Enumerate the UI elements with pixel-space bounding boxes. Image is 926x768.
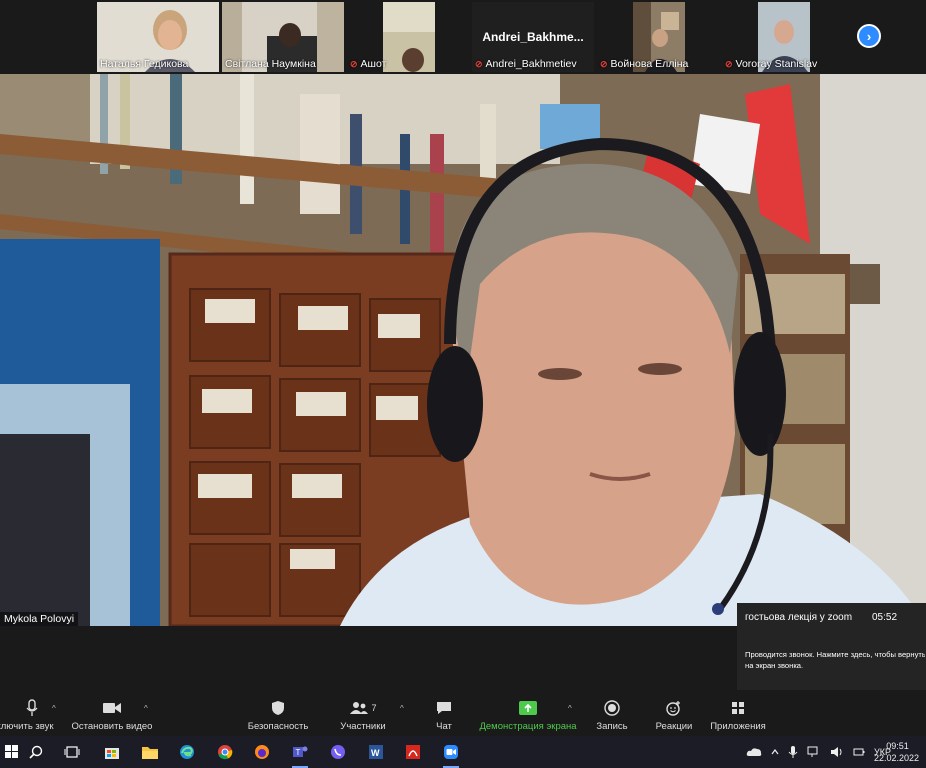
meeting-title: гостьова лекція у zoom	[745, 612, 853, 623]
apps-label: Приложения	[710, 721, 766, 732]
apps-icon	[732, 702, 744, 714]
next-participants-button[interactable]: ›	[857, 24, 881, 48]
participant-name: ⊘ Войнова Елліна	[600, 58, 689, 70]
video-options-caret[interactable]: ^	[144, 704, 148, 713]
taskbar-file-explorer[interactable]	[138, 740, 162, 764]
clock-time: 09:51	[886, 741, 909, 751]
participant-name: ⊘ Andrei_Bakhmetiev	[475, 58, 577, 70]
zoom-icon	[444, 745, 458, 759]
speaker-icon[interactable]	[830, 746, 844, 758]
mic-muted-icon: ⊘	[725, 58, 733, 69]
apps-button[interactable]: Приложения	[710, 698, 766, 732]
search-icon	[29, 745, 43, 759]
share-options-caret[interactable]: ^	[568, 704, 572, 713]
record-icon	[604, 700, 620, 716]
viber-icon	[331, 745, 345, 759]
store-icon	[105, 748, 119, 759]
participants-label: Участники	[340, 721, 386, 732]
taskbar-viber[interactable]	[326, 740, 350, 764]
participants-options-caret[interactable]: ^	[400, 704, 404, 713]
microphone-icon	[26, 699, 38, 716]
task-view-icon	[64, 746, 80, 758]
speaker-video: Mykola Polovyi	[0, 74, 926, 626]
task-view-button[interactable]	[60, 740, 84, 764]
microphone-icon[interactable]	[788, 745, 798, 759]
chat-button[interactable]: Чат	[430, 698, 458, 732]
battery-icon[interactable]	[853, 746, 865, 758]
participant-display-name: Andrei_Bakhme...	[482, 30, 584, 44]
security-label: Безопасность	[247, 721, 309, 732]
stop-video-button[interactable]: Остановить видео	[70, 698, 154, 732]
chevron-right-icon: ›	[866, 28, 872, 44]
svg-text:T: T	[296, 748, 301, 757]
taskbar-clock[interactable]: 09:51 22.02.2022	[874, 740, 920, 764]
participant-tile[interactable]: Наталья Гедикова	[97, 2, 219, 72]
participant-name: ⊘ Ашот	[350, 58, 387, 70]
taskbar-store[interactable]	[100, 740, 124, 764]
firefox-icon	[255, 745, 269, 759]
participant-tile[interactable]: Andrei_Bakhme... ⊘ Andrei_Bakhmetiev	[472, 2, 594, 72]
windows-taskbar: T W УКР 09:51 22.02.2022	[0, 736, 926, 768]
return-to-call-message[interactable]: Проводится звонок. Нажмите здесь, чтобы …	[745, 649, 925, 671]
participant-name: Наталья Гедикова	[100, 58, 189, 70]
participant-tile[interactable]: ⊘ Войнова Елліна	[597, 2, 719, 72]
svg-text:W: W	[371, 748, 380, 758]
clock-date: 22.02.2022	[874, 753, 920, 763]
search-button[interactable]	[24, 740, 48, 764]
participant-tile[interactable]: ⊘ Vororay Stanislav	[722, 2, 844, 72]
meeting-toolbar: ключить звук ^ Остановить видео ^ Безопа…	[0, 690, 926, 736]
participants-icon	[350, 702, 369, 714]
shield-icon	[272, 701, 284, 715]
network-icon[interactable]	[807, 746, 821, 758]
reactions-button[interactable]: Реакции	[654, 698, 694, 732]
share-screen-label: Демонстрация экрана	[479, 721, 577, 732]
taskbar-acrobat[interactable]	[401, 740, 425, 764]
onedrive-icon[interactable]	[746, 746, 762, 758]
reactions-label: Реакции	[655, 721, 693, 732]
mic-muted-icon: ⊘	[600, 58, 608, 69]
folder-icon	[142, 747, 158, 759]
stop-video-label: Остановить видео	[71, 721, 153, 732]
start-button[interactable]	[0, 740, 24, 764]
teams-icon: T	[293, 746, 308, 757]
meeting-timer: 05:52	[872, 612, 898, 623]
participant-tile[interactable]: Світлана Наумкіна	[222, 2, 344, 72]
speaker-name-label: Mykola Polovyi	[0, 612, 79, 626]
participant-name: Світлана Наумкіна	[225, 58, 316, 70]
participant-name: ⊘ Vororay Stanislav	[725, 58, 818, 70]
share-screen-icon	[519, 701, 537, 715]
mic-muted-icon: ⊘	[475, 58, 483, 69]
participant-strip: Наталья Гедикова Світлана Наумкіна ⊘ Ашот…	[0, 0, 926, 74]
word-icon: W	[369, 745, 383, 759]
participant-tile[interactable]: ⊘ Ашот	[347, 2, 469, 72]
system-tray: УКР	[746, 736, 891, 768]
chrome-icon	[218, 745, 233, 760]
taskbar-teams[interactable]: T	[288, 740, 312, 768]
audio-options-caret[interactable]: ^	[52, 704, 56, 713]
taskbar-chrome[interactable]	[213, 740, 237, 764]
chat-label: Чат	[436, 721, 452, 732]
security-button[interactable]: Безопасность	[248, 698, 308, 732]
video-camera-icon	[103, 703, 121, 713]
pdf-icon	[406, 745, 420, 759]
record-label: Запись	[596, 721, 628, 732]
unmute-label: ключить звук	[0, 721, 54, 732]
taskbar-firefox[interactable]	[250, 740, 274, 764]
taskbar-word[interactable]: W	[364, 740, 388, 764]
smiley-plus-icon	[666, 701, 680, 716]
edge-icon	[180, 745, 194, 759]
share-screen-button[interactable]: Демонстрация экрана	[479, 698, 577, 732]
mic-muted-icon: ⊘	[350, 58, 358, 69]
taskbar-edge[interactable]	[175, 740, 199, 764]
participants-count: 7	[371, 703, 377, 713]
taskbar-zoom[interactable]	[439, 740, 463, 768]
chat-bubble-icon	[437, 702, 451, 714]
speaker-video-frame	[0, 74, 926, 626]
windows-logo-icon	[5, 745, 18, 758]
participants-button[interactable]: 7 Участники	[338, 698, 388, 732]
chevron-up-icon[interactable]	[771, 747, 779, 757]
record-button[interactable]: Запись	[594, 698, 630, 732]
